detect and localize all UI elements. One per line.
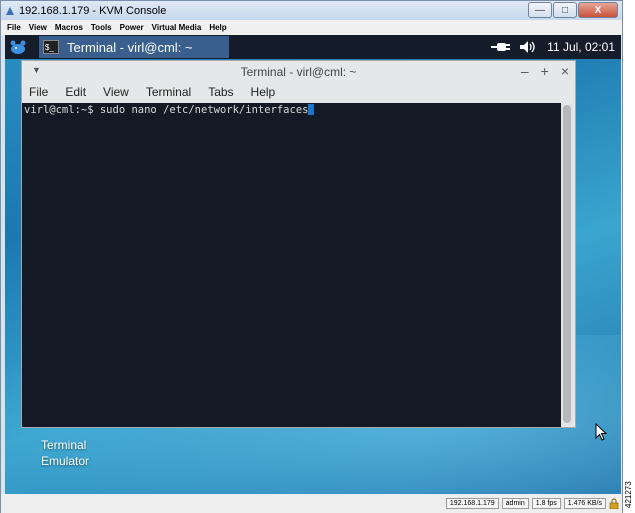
terminal-menu-file[interactable]: File bbox=[29, 85, 48, 99]
terminal-menu-help[interactable]: Help bbox=[251, 85, 276, 99]
kvm-minimize-button[interactable]: — bbox=[528, 2, 552, 18]
figure-number: 421273 bbox=[624, 481, 633, 508]
kvm-app-icon bbox=[6, 6, 14, 15]
xfce-logo-icon bbox=[10, 40, 26, 54]
kvm-close-button[interactable]: X bbox=[578, 2, 618, 18]
taskbar: $_ Terminal - virl@cml: ~ 11 Jul, 02:01 bbox=[5, 35, 621, 59]
kvm-titlebar: 192.168.1.179 - KVM Console — □ X bbox=[1, 1, 622, 20]
lock-icon bbox=[609, 498, 619, 509]
terminal-window-controls: – + × bbox=[521, 63, 569, 79]
kvm-menu-power[interactable]: Power bbox=[120, 23, 144, 32]
terminal-command-line: virl@cml:~$ sudo nano /etc/network/inter… bbox=[24, 104, 309, 116]
volume-icon[interactable] bbox=[519, 40, 539, 54]
clock[interactable]: 11 Jul, 02:01 bbox=[547, 40, 615, 54]
desktop-icon-terminal-emulator[interactable]: Terminal Emulator bbox=[41, 437, 89, 469]
kvm-statusbar: 192.168.1.179 admin 1.8 fps 1.476 KB/s bbox=[1, 494, 622, 513]
terminal-menu-view[interactable]: View bbox=[103, 85, 129, 99]
text-cursor bbox=[308, 104, 315, 115]
window-menu-icon[interactable]: ▼ bbox=[32, 65, 41, 75]
kvm-menu-view[interactable]: View bbox=[29, 23, 47, 32]
terminal-scrollbar[interactable] bbox=[561, 104, 573, 426]
start-menu-button[interactable] bbox=[7, 36, 29, 58]
terminal-menubar: File Edit View Terminal Tabs Help bbox=[22, 82, 575, 102]
taskbar-terminal-item[interactable]: $_ Terminal - virl@cml: ~ bbox=[39, 36, 229, 58]
terminal-window: ▼ Terminal - virl@cml: ~ – + × File Edit… bbox=[21, 60, 576, 428]
status-ip: 192.168.1.179 bbox=[445, 498, 499, 509]
mouse-pointer-icon bbox=[595, 423, 607, 441]
kvm-title: 192.168.1.179 - KVM Console bbox=[19, 4, 167, 17]
power-plug-icon[interactable] bbox=[491, 41, 511, 53]
terminal-menu-tabs[interactable]: Tabs bbox=[208, 85, 233, 99]
terminal-title: Terminal - virl@cml: ~ bbox=[240, 64, 357, 79]
kvm-console-window: 192.168.1.179 - KVM Console — □ X File V… bbox=[0, 0, 623, 513]
kvm-menu-file[interactable]: File bbox=[7, 23, 21, 32]
status-fps: 1.8 fps bbox=[531, 498, 561, 509]
kvm-maximize-button[interactable]: □ bbox=[553, 2, 577, 18]
desktop-icon-label-line1: Terminal bbox=[41, 438, 87, 452]
kvm-menubar: File View Macros Tools Power Virtual Med… bbox=[1, 20, 622, 35]
terminal-icon: $_ bbox=[43, 40, 59, 54]
taskbar-terminal-label: Terminal - virl@cml: ~ bbox=[67, 39, 193, 55]
terminal-output[interactable]: virl@cml:~$ sudo nano /etc/network/inter… bbox=[22, 103, 561, 427]
desktop-icon-label-line2: Emulator bbox=[41, 454, 90, 468]
kvm-menu-macros[interactable]: Macros bbox=[55, 23, 83, 32]
kvm-menu-help[interactable]: Help bbox=[209, 23, 226, 32]
terminal-titlebar[interactable]: ▼ Terminal - virl@cml: ~ – + × bbox=[22, 61, 575, 82]
kvm-window-controls: — □ X bbox=[528, 2, 618, 18]
status-rate: 1.476 KB/s bbox=[563, 498, 606, 509]
terminal-minimize-button[interactable]: – bbox=[521, 63, 529, 79]
status-user: admin bbox=[501, 498, 529, 509]
remote-desktop: $_ Terminal - virl@cml: ~ 11 Jul, 02:01 bbox=[5, 35, 621, 494]
kvm-menu-tools[interactable]: Tools bbox=[91, 23, 112, 32]
terminal-menu-edit[interactable]: Edit bbox=[65, 85, 86, 99]
system-tray: 11 Jul, 02:01 bbox=[491, 35, 615, 59]
terminal-maximize-button[interactable]: + bbox=[541, 63, 549, 79]
scrollbar-thumb[interactable] bbox=[563, 105, 571, 423]
kvm-menu-virtual-media[interactable]: Virtual Media bbox=[152, 23, 202, 32]
terminal-close-button[interactable]: × bbox=[561, 63, 569, 79]
terminal-menu-terminal[interactable]: Terminal bbox=[146, 85, 191, 99]
